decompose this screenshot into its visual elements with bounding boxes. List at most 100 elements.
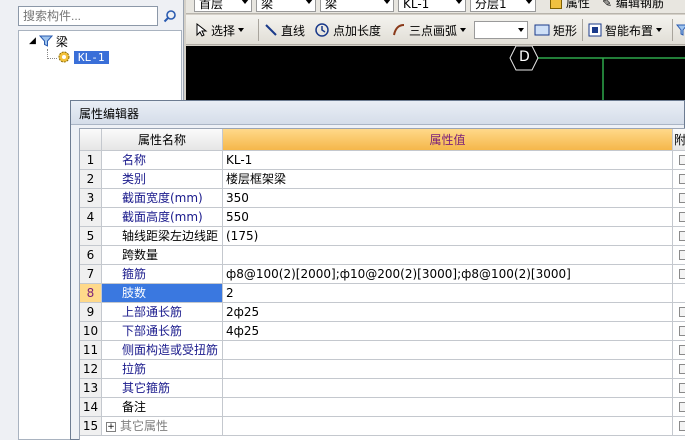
attach-checkbox[interactable] [679, 402, 685, 412]
attach-cell [673, 246, 685, 265]
row-number: 1 [80, 151, 102, 170]
property-value[interactable] [223, 398, 673, 417]
three-point-arc-button[interactable]: 三点画弧 [392, 20, 467, 40]
property-name: 名称 [102, 151, 223, 170]
property-value-text: 4ф25 [226, 324, 260, 338]
row-number: 4 [80, 208, 102, 227]
row-number: 6 [80, 246, 102, 265]
attach-checkbox[interactable] [679, 421, 685, 431]
attach-cell [673, 322, 685, 341]
property-value-text: 550 [226, 210, 249, 224]
attach-checkbox[interactable] [679, 307, 685, 317]
rebar-icon: ✎ [602, 0, 613, 10]
attach-cell [673, 151, 685, 170]
attach-checkbox[interactable] [679, 383, 685, 393]
dropdown-arrow-icon [241, 0, 249, 4]
attach-checkbox[interactable] [679, 364, 685, 374]
axis-grid [509, 46, 685, 100]
property-name: 跨数量 [102, 246, 223, 265]
attach-checkbox[interactable] [679, 212, 685, 222]
rectangle-button[interactable]: 矩形 [534, 20, 577, 40]
search-input[interactable] [18, 6, 158, 26]
attach-cell [673, 398, 685, 417]
attach-checkbox[interactable] [679, 193, 685, 203]
cursor-icon [196, 23, 208, 37]
layer-select[interactable]: 分层1 [470, 0, 536, 12]
property-value[interactable] [223, 360, 673, 379]
properties-icon [550, 0, 562, 9]
floor-select[interactable]: 首层 [194, 0, 252, 12]
property-value[interactable] [223, 417, 673, 436]
header-property-value: 属性值 [223, 129, 673, 151]
type-select[interactable]: 梁 [320, 0, 394, 12]
filter-icon [38, 35, 53, 47]
property-name: 肢数 [102, 284, 223, 303]
attach-cell [673, 379, 685, 398]
property-value[interactable]: 4ф25 [223, 322, 673, 341]
dropdown-arrow-icon [238, 28, 245, 32]
drawing-canvas[interactable]: D [186, 46, 685, 100]
property-value[interactable]: KL-1 [223, 151, 673, 170]
expand-icon[interactable]: + [106, 421, 116, 432]
category-select[interactable]: 梁 [256, 0, 316, 12]
property-grid: 属性名称 属性值 附加 1名称KL-12类别楼层框架梁3截面宽度(mm)3504… [79, 128, 685, 440]
attach-checkbox[interactable] [679, 345, 685, 355]
attach-checkbox[interactable] [679, 269, 685, 279]
smart-layout-button[interactable]: 智能布置 [588, 20, 663, 40]
property-value[interactable]: 350 [223, 189, 673, 208]
property-name: 截面高度(mm) [102, 208, 223, 227]
property-value[interactable]: 楼层框架梁 [223, 170, 673, 189]
toolbar-separator [672, 19, 673, 41]
point-length-button[interactable]: 点加长度 [314, 20, 381, 40]
filter-icon [676, 24, 685, 36]
attach-checkbox[interactable] [679, 231, 685, 241]
row-number: 8 [80, 284, 102, 303]
row-number: 9 [80, 303, 102, 322]
attach-checkbox[interactable] [679, 326, 685, 336]
property-name: 备注 [102, 398, 223, 417]
row-number: 7 [80, 265, 102, 284]
property-value[interactable] [223, 246, 673, 265]
attach-checkbox[interactable] [679, 174, 685, 184]
row-number: 13 [80, 379, 102, 398]
arc-option-select[interactable] [474, 21, 528, 39]
tree-node-beam[interactable]: ◢ 梁 [29, 33, 68, 49]
search-button[interactable] [160, 6, 180, 26]
tree-node-kl1[interactable]: KL-1 [57, 49, 109, 65]
gear-icon [58, 51, 70, 63]
edit-rebar-button[interactable]: ✎ 编辑钢筋 [602, 0, 664, 11]
dropdown-arrow-icon [656, 28, 663, 32]
property-name: 拉筋 [102, 360, 223, 379]
property-value-text: 2ф25 [226, 305, 260, 319]
row-number: 11 [80, 341, 102, 360]
row-number: 3 [80, 189, 102, 208]
property-value[interactable]: 2ф25 [223, 303, 673, 322]
row-number: 15 [80, 417, 102, 436]
property-value[interactable] [223, 379, 673, 398]
component-select[interactable]: KL-1 [398, 0, 466, 12]
collapse-icon[interactable]: ◢ [29, 36, 36, 46]
select-button[interactable]: 选择 [196, 20, 245, 40]
header-corner [80, 129, 102, 151]
property-value[interactable]: 550 [223, 208, 673, 227]
line-button[interactable]: 直线 [264, 20, 305, 40]
property-value[interactable]: 2••• [223, 284, 673, 303]
attach-cell [673, 303, 685, 322]
header-property-name: 属性名称 [102, 129, 223, 151]
properties-button[interactable]: 属性 [550, 0, 590, 11]
point-length-icon [315, 23, 329, 37]
selector-toolbar: 首层 梁 梁 KL-1 分层1 属性 ✎ 编辑钢筋 [186, 0, 685, 14]
property-value-text: 350 [226, 191, 249, 205]
attach-checkbox[interactable] [679, 250, 685, 260]
attach-cell [673, 227, 685, 246]
property-value-text: ф8@100(2)[2000];ф10@200(2)[3000];ф8@100(… [226, 267, 571, 281]
filter-button[interactable] [676, 20, 685, 40]
property-name: 上部通长筋 [102, 303, 223, 322]
property-value[interactable]: ф8@100(2)[2000];ф10@200(2)[3000];ф8@100(… [223, 265, 673, 284]
property-value[interactable] [223, 341, 673, 360]
rectangle-icon [534, 24, 550, 36]
attach-checkbox[interactable] [679, 155, 685, 165]
property-value[interactable]: (175) [223, 227, 673, 246]
row-number: 12 [80, 360, 102, 379]
dropdown-arrow-icon [383, 0, 391, 4]
